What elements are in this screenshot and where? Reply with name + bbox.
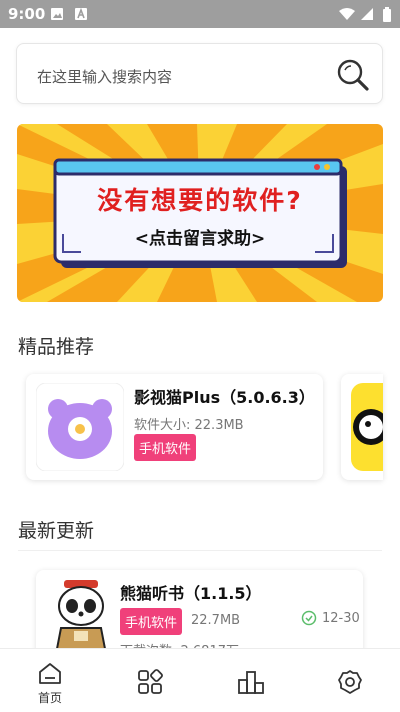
size-label: 软件大小: bbox=[134, 418, 195, 433]
search-icon[interactable] bbox=[336, 58, 370, 92]
bottom-tab-bar: 首页 bbox=[0, 648, 400, 711]
tab-home-label: 首页 bbox=[37, 691, 62, 705]
status-time: 9:00 bbox=[8, 5, 46, 23]
settings-gear-icon bbox=[338, 670, 362, 694]
cellular-signal-icon bbox=[361, 8, 373, 20]
help-banner[interactable]: 没有想要的软件? <点击留言求助> bbox=[17, 124, 383, 302]
featured-app-card[interactable]: 影视猫Plus（5.0.6.3） 软件大小: 22.3MB 手机软件 bbox=[26, 374, 323, 480]
latest-app-name: 熊猫听书（1.1.5） bbox=[120, 584, 262, 603]
search-placeholder: 在这里输入搜索内容 bbox=[37, 68, 173, 86]
rankings-chart-icon bbox=[238, 671, 264, 694]
tab-home[interactable]: 首页 bbox=[0, 649, 100, 712]
app-icon-xiongmao-tingshu bbox=[54, 580, 108, 654]
latest-app-tag: 手机软件 bbox=[120, 608, 183, 635]
tab-rankings[interactable] bbox=[200, 649, 300, 712]
latest-app-card[interactable]: 熊猫听书（1.1.5） 手机软件 22.7MB 12-30 下载次数: 2.68… bbox=[36, 570, 363, 660]
home-icon bbox=[39, 663, 61, 684]
panda-app-icon bbox=[351, 383, 383, 471]
size-value: 22.3MB bbox=[194, 418, 244, 433]
banner-title: 没有想要的软件? bbox=[97, 186, 303, 215]
tab-categories[interactable] bbox=[100, 649, 200, 712]
featured-section-title: 精品推荐 bbox=[18, 336, 95, 358]
wifi-icon bbox=[339, 8, 355, 20]
text-notification-icon bbox=[75, 7, 87, 20]
tab-settings[interactable] bbox=[300, 649, 400, 712]
section-divider bbox=[18, 550, 382, 551]
featured-app-card-2[interactable] bbox=[341, 374, 383, 480]
latest-section-title: 最新更新 bbox=[18, 520, 95, 542]
banner-subtitle: <点击留言求助> bbox=[134, 229, 266, 249]
featured-app-tag: 手机软件 bbox=[134, 434, 197, 461]
featured-app-name: 影视猫Plus（5.0.6.3） bbox=[134, 388, 315, 407]
featured-app-size: 软件大小: 22.3MB bbox=[134, 414, 244, 433]
battery-icon bbox=[383, 7, 391, 22]
latest-app-time: 12-30 bbox=[322, 611, 360, 626]
gallery-notification-icon bbox=[51, 8, 63, 20]
clock-icon bbox=[301, 610, 317, 626]
app-icon-yingshimao bbox=[36, 383, 124, 471]
categories-grid-icon bbox=[138, 669, 163, 694]
latest-app-size: 22.7MB bbox=[191, 613, 241, 628]
search-box[interactable]: 在这里输入搜索内容 bbox=[16, 43, 383, 104]
status-bar: 9:00 bbox=[0, 0, 400, 28]
